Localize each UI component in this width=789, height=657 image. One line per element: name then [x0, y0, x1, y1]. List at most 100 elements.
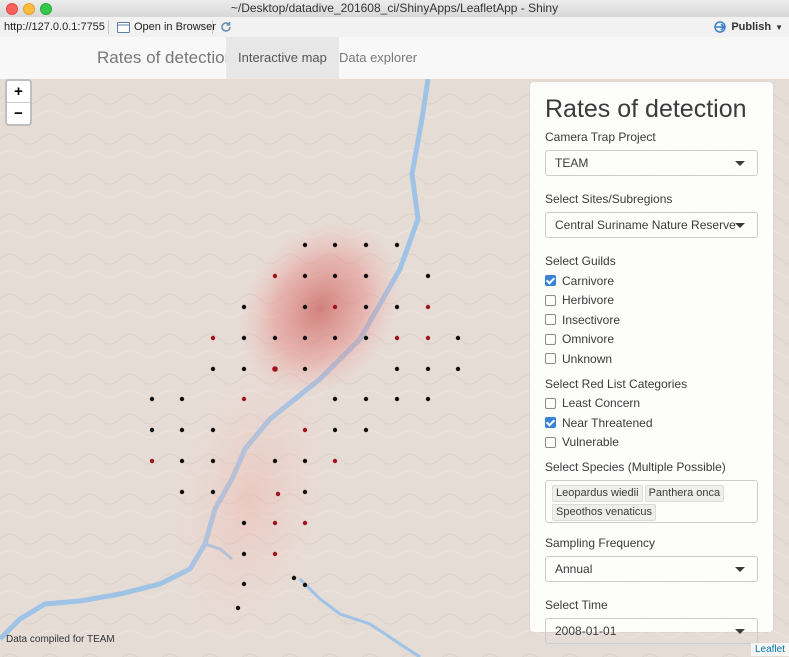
camera-point[interactable]: [179, 489, 185, 495]
guild-option-unknown[interactable]: Unknown: [545, 349, 758, 369]
camera-point[interactable]: [302, 582, 308, 588]
camera-point[interactable]: [241, 304, 247, 310]
project-select[interactable]: TEAM: [545, 150, 758, 176]
redlist-option-near-threatened[interactable]: Near Threatened: [545, 413, 758, 433]
species-chip[interactable]: Speothos venaticus: [552, 504, 657, 521]
checkbox[interactable]: [545, 417, 556, 429]
leaflet-attribution-link[interactable]: Leaflet: [750, 643, 789, 656]
checkbox[interactable]: [545, 436, 556, 448]
camera-point[interactable]: [425, 366, 431, 372]
camera-point[interactable]: [235, 605, 241, 611]
camera-point[interactable]: [394, 335, 400, 341]
camera-point[interactable]: [179, 458, 185, 464]
publish-button[interactable]: Publish ▼: [713, 19, 783, 35]
camera-point[interactable]: [302, 427, 308, 433]
guild-option-omnivore[interactable]: Omnivore: [545, 330, 758, 350]
controls-panel: Rates of detection Camera Trap Project T…: [530, 82, 773, 644]
camera-point[interactable]: [332, 335, 338, 341]
species-multiselect[interactable]: Leopardus wiedii Panthera onca Speothos ve…: [545, 480, 758, 523]
camera-point[interactable]: [394, 366, 400, 372]
guild-option-insectivore[interactable]: Insectivore: [545, 310, 758, 330]
camera-point[interactable]: [149, 458, 155, 464]
camera-point[interactable]: [302, 458, 308, 464]
camera-point[interactable]: [241, 396, 247, 402]
redlist-option-vulnerable[interactable]: Vulnerable: [545, 433, 758, 453]
camera-point[interactable]: [332, 304, 338, 310]
redlist-option-least-concern[interactable]: Least Concern: [545, 394, 758, 414]
camera-point[interactable]: [210, 458, 216, 464]
camera-point[interactable]: [363, 273, 369, 279]
camera-point[interactable]: [179, 427, 185, 433]
camera-point[interactable]: [272, 366, 278, 372]
checkbox[interactable]: [545, 353, 556, 365]
checkbox[interactable]: [545, 397, 556, 409]
tab-data-explorer[interactable]: Data explorer: [327, 37, 429, 79]
camera-point[interactable]: [302, 273, 308, 279]
checkbox[interactable]: [545, 314, 556, 326]
chevron-down-icon[interactable]: ▼: [775, 23, 783, 32]
zoom-in-button[interactable]: +: [7, 81, 30, 102]
camera-point[interactable]: [425, 273, 431, 279]
camera-point[interactable]: [332, 427, 338, 433]
camera-point[interactable]: [149, 427, 155, 433]
guild-option-herbivore[interactable]: Herbivore: [545, 291, 758, 311]
time-select[interactable]: 2008-01-01: [545, 618, 758, 644]
camera-point[interactable]: [241, 520, 247, 526]
camera-point[interactable]: [210, 366, 216, 372]
camera-point[interactable]: [455, 335, 461, 341]
camera-point[interactable]: [425, 335, 431, 341]
species-chip[interactable]: Panthera onca: [644, 485, 725, 502]
site-select[interactable]: Central Suriname Nature Reserve: [545, 212, 758, 238]
camera-point[interactable]: [302, 366, 308, 372]
open-in-browser-button[interactable]: Open in Browser: [117, 19, 216, 35]
camera-point[interactable]: [425, 304, 431, 310]
camera-point[interactable]: [272, 520, 278, 526]
frequency-select[interactable]: Annual: [545, 556, 758, 582]
camera-point[interactable]: [149, 396, 155, 402]
camera-point[interactable]: [275, 491, 281, 497]
checkbox[interactable]: [545, 275, 556, 287]
browser-window-icon: [117, 21, 130, 33]
camera-point[interactable]: [291, 575, 297, 581]
camera-point[interactable]: [241, 551, 247, 557]
camera-point[interactable]: [394, 304, 400, 310]
camera-point[interactable]: [272, 335, 278, 341]
zoom-out-button[interactable]: −: [7, 102, 30, 124]
species-chip[interactable]: Leopardus wiedii: [552, 485, 643, 502]
guild-option-carnivore[interactable]: Carnivore: [545, 271, 758, 291]
checkbox[interactable]: [545, 333, 556, 345]
camera-point[interactable]: [363, 304, 369, 310]
camera-point[interactable]: [302, 489, 308, 495]
camera-point[interactable]: [302, 520, 308, 526]
camera-point[interactable]: [363, 335, 369, 341]
camera-point[interactable]: [302, 335, 308, 341]
tab-interactive-map[interactable]: Interactive map: [226, 37, 339, 79]
camera-point[interactable]: [332, 273, 338, 279]
camera-point[interactable]: [272, 273, 278, 279]
camera-point[interactable]: [272, 551, 278, 557]
camera-point[interactable]: [241, 581, 247, 587]
camera-point[interactable]: [394, 396, 400, 402]
camera-point[interactable]: [210, 427, 216, 433]
camera-point[interactable]: [210, 489, 216, 495]
camera-point[interactable]: [332, 458, 338, 464]
camera-point[interactable]: [241, 366, 247, 372]
camera-point[interactable]: [332, 396, 338, 402]
checkbox[interactable]: [545, 294, 556, 306]
camera-point[interactable]: [302, 304, 308, 310]
camera-point[interactable]: [179, 396, 185, 402]
time-value: 2008-01-01: [555, 624, 617, 638]
camera-point[interactable]: [425, 396, 431, 402]
refresh-icon[interactable]: [219, 20, 233, 34]
camera-point[interactable]: [272, 458, 278, 464]
camera-point[interactable]: [363, 242, 369, 248]
camera-point[interactable]: [302, 242, 308, 248]
camera-point[interactable]: [210, 335, 216, 341]
camera-point[interactable]: [455, 366, 461, 372]
camera-point[interactable]: [363, 427, 369, 433]
camera-point[interactable]: [394, 242, 400, 248]
camera-point[interactable]: [332, 242, 338, 248]
dropdown-caret-icon: [735, 629, 745, 634]
camera-point[interactable]: [241, 335, 247, 341]
camera-point[interactable]: [363, 396, 369, 402]
